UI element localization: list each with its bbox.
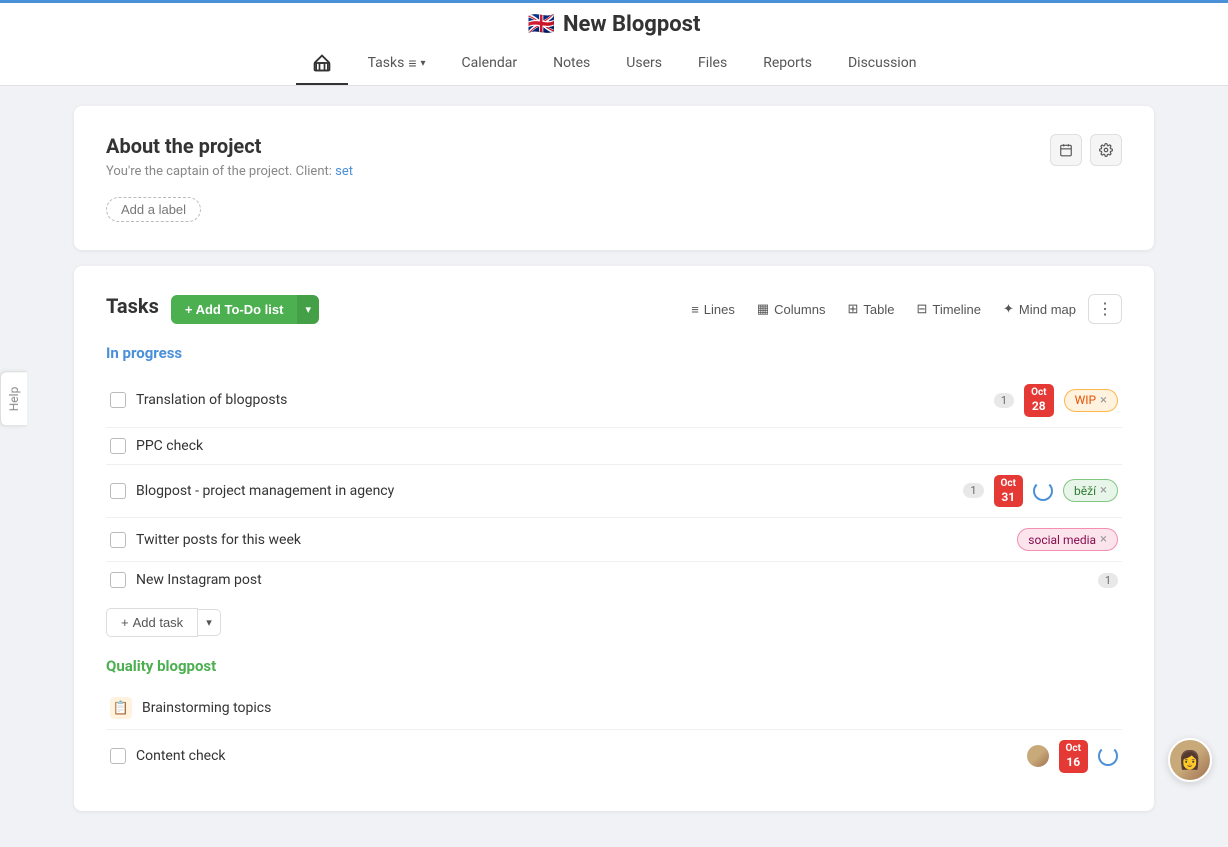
task-row: Blogpost - project management in agency … [106,465,1122,519]
task-name: PPC check [136,438,1118,454]
nav-users[interactable]: Users [610,45,678,83]
nav-reports[interactable]: Reports [747,45,828,83]
quality-task-list: 📋 Brainstorming topics Content check Oct… [106,687,1122,783]
task-name: Blogpost - project management in agency [136,483,953,499]
task-name: Twitter posts for this week [136,532,1007,548]
tag-social: social media × [1017,528,1118,551]
tag-wip: WIP × [1064,389,1118,412]
chevron-down-icon: ▾ [206,617,212,629]
task-row: Content check Oct 16 [106,730,1122,783]
nav-tasks-label: Tasks [368,55,405,71]
table-icon: ⊞ [847,301,858,317]
date-badge: Oct 28 [1024,384,1054,417]
timeline-icon: ⊟ [916,301,927,317]
calendar-icon-btn[interactable] [1050,134,1082,166]
add-task-row: + Add task ▾ [106,608,1122,637]
task-count: 1 [963,483,983,498]
avatar [1027,745,1049,767]
plus-icon: + [121,615,129,630]
accent-bar [0,0,1228,3]
view-controls: ≡ Lines ▦ Columns ⊞ Table ⊟ Timeline ✦ [681,294,1122,324]
add-todo-button[interactable]: + Add To-Do list [171,295,298,324]
progress-circle [1033,481,1053,501]
task-row: New Instagram post 1 [106,562,1122,598]
avatar-emoji: 👩 [1179,750,1201,771]
card-icons [1050,134,1122,166]
more-options-btn[interactable]: ⋮ [1088,294,1122,324]
about-title: About the project [106,134,353,158]
task-name: Content check [136,748,1017,764]
bottom-avatar[interactable]: 👩 [1168,738,1212,782]
progress-circle [1098,746,1118,766]
about-subtitle: You're the captain of the project. Clien… [106,164,353,179]
task-checkbox[interactable] [110,748,126,764]
about-card: About the project You're the captain of … [74,106,1154,250]
nav-files[interactable]: Files [682,45,743,83]
lines-icon: ≡ [691,302,699,317]
task-checkbox[interactable] [110,572,126,588]
view-columns-btn[interactable]: ▦ Columns [747,295,836,323]
gear-icon [1099,143,1113,157]
in-progress-task-list: Translation of blogposts 1 Oct 28 WIP × … [106,374,1122,598]
task-name: New Instagram post [136,572,1088,588]
view-timeline-btn[interactable]: ⊟ Timeline [906,295,991,323]
help-tab[interactable]: Help [0,372,27,427]
nav-calendar[interactable]: Calendar [446,45,534,83]
project-title: 🇬🇧 New Blogpost [528,0,701,43]
columns-icon: ▦ [757,301,769,317]
tag-remove-icon[interactable]: × [1100,393,1107,408]
nav-home[interactable] [296,43,348,85]
home-icon [312,53,332,73]
task-row: Translation of blogposts 1 Oct 28 WIP × [106,374,1122,428]
tasks-title: Tasks [106,294,159,318]
date-badge: Oct 16 [1059,740,1089,773]
task-row: 📋 Brainstorming topics [106,687,1122,730]
tasks-header: Tasks + Add To-Do list ▾ ≡ Lines ▦ Colum… [106,294,1122,324]
tasks-title-group: Tasks + Add To-Do list ▾ [106,294,319,324]
view-mindmap-btn[interactable]: ✦ Mind map [993,295,1086,323]
client-link[interactable]: set [335,164,353,179]
chevron-down-icon: ▾ [421,58,426,69]
add-task-dropdown[interactable]: ▾ [198,609,221,636]
tag-remove-icon[interactable]: × [1100,483,1107,498]
chevron-down-icon: ▾ [305,304,311,316]
nav-discussion[interactable]: Discussion [832,45,932,83]
task-count: 1 [1098,573,1118,588]
task-name: Brainstorming topics [142,700,1118,716]
add-todo-group: + Add To-Do list ▾ [171,295,319,324]
tag-remove-icon[interactable]: × [1100,532,1107,547]
nav-bar: Tasks ≡ ▾ Calendar Notes Users Files Rep… [296,43,933,85]
settings-icon-btn[interactable] [1090,134,1122,166]
brainstorm-icon: 📋 [110,697,132,719]
mindmap-icon: ✦ [1003,301,1014,317]
task-count: 1 [994,393,1014,408]
view-table-btn[interactable]: ⊞ Table [837,295,904,323]
date-badge: Oct 31 [994,475,1024,508]
add-label-button[interactable]: Add a label [106,197,201,222]
task-name: Translation of blogposts [136,392,984,408]
task-row: Twitter posts for this week social media… [106,518,1122,562]
section-title-in-progress: In progress [106,344,1122,362]
add-todo-dropdown[interactable]: ▾ [297,295,319,324]
task-checkbox[interactable] [110,532,126,548]
task-checkbox[interactable] [110,392,126,408]
nav-notes[interactable]: Notes [537,45,606,83]
task-checkbox[interactable] [110,438,126,454]
task-checkbox[interactable] [110,483,126,499]
add-task-button[interactable]: + Add task [106,608,198,637]
tasks-card: Tasks + Add To-Do list ▾ ≡ Lines ▦ Colum… [74,266,1154,811]
calendar-icon [1059,143,1073,157]
nav-tasks[interactable]: Tasks ≡ ▾ [352,45,442,84]
tag-bezi: běží × [1063,479,1118,502]
section-title-quality: Quality blogpost [106,657,1122,675]
top-bar: 🇬🇧 New Blogpost Tasks ≡ ▾ Calendar Notes… [0,0,1228,86]
view-lines-btn[interactable]: ≡ Lines [681,296,745,323]
page-content: About the project You're the captain of … [44,86,1184,847]
flag-emoji: 🇬🇧 [528,12,555,37]
list-icon: ≡ [408,55,416,72]
task-row: PPC check [106,428,1122,465]
